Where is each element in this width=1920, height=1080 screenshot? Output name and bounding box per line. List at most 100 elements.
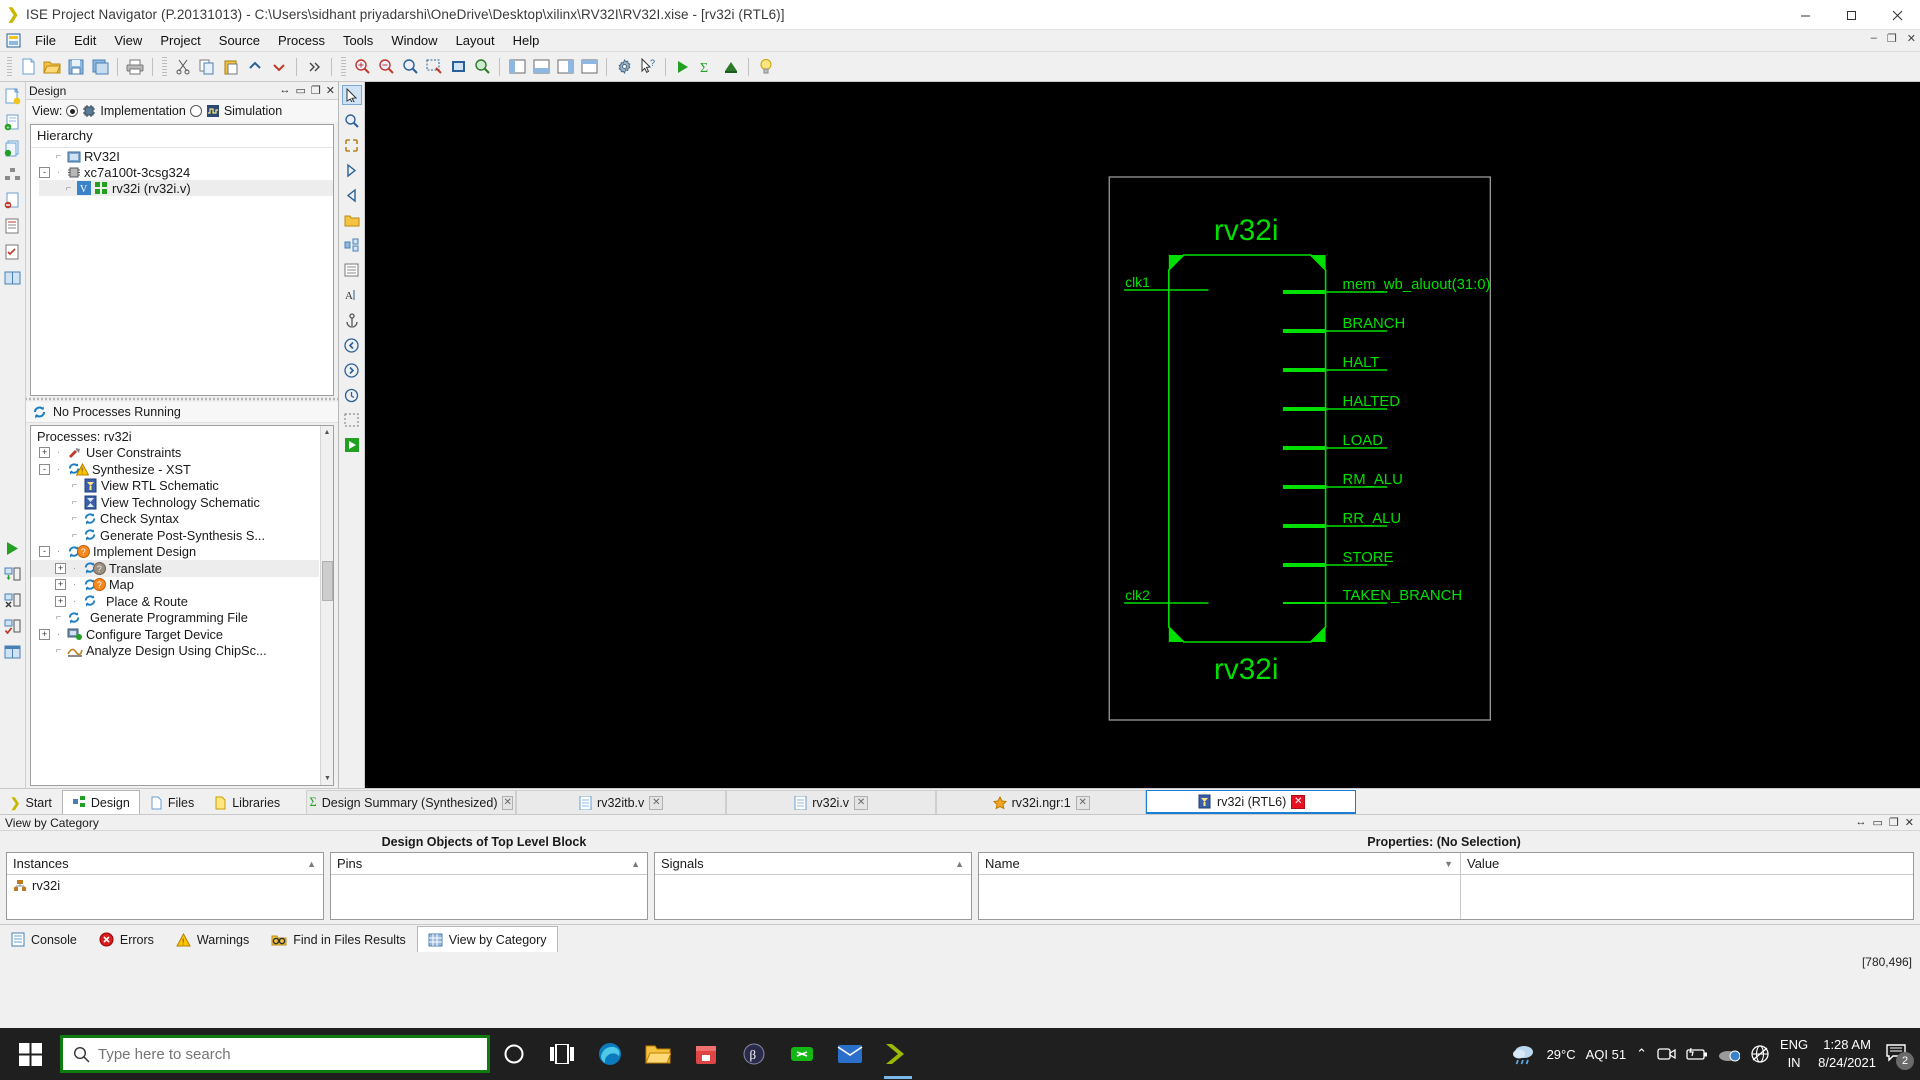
notification-center-icon[interactable]: 2 [1886, 1043, 1914, 1070]
weather-icon[interactable] [1511, 1042, 1537, 1066]
check-list-icon[interactable] [3, 242, 23, 262]
zoom-in-icon[interactable] [351, 55, 373, 79]
sort-ascending-icon[interactable]: ▲ [631, 859, 640, 869]
new-source-icon[interactable] [3, 86, 23, 106]
process-expander[interactable]: - [39, 546, 50, 558]
doc-tab-design-summary[interactable]: Σ Design Summary (Synthesized) ✕ [306, 790, 517, 814]
taskbar-search-box[interactable] [60, 1035, 490, 1073]
camera-icon[interactable] [1657, 1046, 1676, 1062]
toolbar-grip-2[interactable] [162, 56, 167, 77]
more-tools-icon[interactable] [303, 55, 325, 79]
sigma-icon[interactable]: Σ [696, 55, 718, 79]
menu-window[interactable]: Window [382, 31, 446, 50]
mail-icon[interactable] [826, 1028, 874, 1080]
paste-icon[interactable] [220, 55, 242, 79]
menu-layout[interactable]: Layout [447, 31, 504, 50]
remove-source-icon[interactable] [3, 190, 23, 210]
process-expander[interactable]: + [55, 579, 66, 591]
close-tab-button[interactable]: ✕ [1075, 795, 1090, 810]
minimize-button[interactable] [1782, 0, 1828, 30]
process-item-map[interactable]: + · ? Map [31, 577, 319, 594]
properties-icon[interactable] [3, 216, 23, 236]
simulation-radio[interactable] [189, 105, 202, 117]
process-expander[interactable]: + [55, 562, 66, 574]
text-tool-icon[interactable]: A [342, 285, 362, 305]
instances-row[interactable]: rv32i [7, 875, 323, 896]
process-item-generate-post-synthesis[interactable]: ⌐ Generate Post-Synthesis S... [31, 527, 319, 544]
status-tab-console[interactable]: Console [0, 926, 88, 952]
panel-resize-icon[interactable]: ↔ [280, 84, 291, 97]
close-button[interactable] [1874, 0, 1920, 30]
processes-scrollbar[interactable]: ▲ ▼ [320, 426, 333, 785]
doc-tab-rv32i-v[interactable]: rv32i.v ✕ [726, 790, 937, 814]
onedrive-icon[interactable] [1718, 1046, 1740, 1062]
tab-design[interactable]: Design [61, 790, 140, 814]
sort-ascending-icon[interactable]: ▲ [307, 859, 316, 869]
menu-edit[interactable]: Edit [65, 31, 105, 50]
menu-tools[interactable]: Tools [334, 31, 382, 50]
scrollbar-thumb[interactable] [322, 561, 333, 601]
task-view-icon[interactable] [538, 1028, 586, 1080]
tab-start[interactable]: ❯ Start [0, 790, 62, 814]
tab-libraries[interactable]: Libraries [204, 790, 290, 814]
pan-right-icon[interactable] [342, 160, 362, 180]
panel-close-icon[interactable]: ✕ [326, 84, 335, 97]
status-tab-warnings[interactable]: ! Warnings [165, 926, 260, 952]
menu-project[interactable]: Project [151, 31, 209, 50]
process-item-view-rtl-schematic[interactable]: ⌐ View RTL Schematic [31, 478, 319, 495]
fit-schematic-icon[interactable] [342, 135, 362, 155]
view-panels-icon[interactable] [3, 642, 23, 662]
run-schematic-icon[interactable] [342, 435, 362, 455]
panel-layout-3-icon[interactable] [554, 55, 576, 79]
edge-icon[interactable] [586, 1028, 634, 1080]
air-quality-index[interactable]: AQI 51 [1586, 1047, 1626, 1062]
zoom-tool-icon[interactable] [342, 110, 362, 130]
hierarchy-item-rv32i-project[interactable]: ⌐ RV32I [39, 148, 333, 164]
doc-tab-rv32i-rtl6[interactable]: rv32i (RTL6) ✕ [1146, 790, 1357, 814]
dock-resize-icon[interactable]: ↔ [1856, 816, 1867, 829]
close-tab-button[interactable]: ✕ [502, 795, 513, 810]
zoom-out-icon[interactable] [375, 55, 397, 79]
add-source-icon[interactable]: + [3, 112, 23, 132]
panel-restore-icon[interactable]: ▭ [296, 84, 306, 97]
run-icon[interactable] [672, 55, 694, 79]
tutorial-icon[interactable]: β [730, 1028, 778, 1080]
process-expander[interactable]: + [55, 595, 66, 607]
help-cursor-icon[interactable]: ? [637, 55, 659, 79]
close-tab-button[interactable]: ✕ [1291, 794, 1306, 809]
mdi-minimize-button[interactable]: – [1871, 32, 1877, 45]
undo-icon[interactable] [244, 55, 266, 79]
zoom-selection-icon[interactable] [447, 55, 469, 79]
clock[interactable]: 1:28 AM 8/24/2021 [1818, 1036, 1876, 1071]
add-copy-source-icon[interactable] [3, 138, 23, 158]
anchor-icon[interactable] [342, 310, 362, 330]
close-tab-button[interactable]: ✕ [854, 795, 869, 810]
open-file-icon[interactable] [41, 55, 63, 79]
process-expander[interactable]: + [39, 447, 50, 459]
refresh-nav-icon[interactable] [342, 385, 362, 405]
menu-file[interactable]: File [26, 31, 65, 50]
show-hidden-icons-chevron-icon[interactable]: ⌃ [1636, 1046, 1647, 1062]
scroll-up-button[interactable]: ▲ [321, 426, 333, 439]
process-item-synthesize-xst[interactable]: - · ! Synthesize - XST [31, 461, 319, 478]
close-tab-button[interactable]: ✕ [649, 795, 664, 810]
forward-nav-icon[interactable] [342, 360, 362, 380]
select-arrow-icon[interactable] [341, 85, 362, 105]
process-check-icon[interactable] [3, 616, 23, 636]
process-item-user-constraints[interactable]: + · User Constraints [31, 445, 319, 462]
menu-source[interactable]: Source [210, 31, 269, 50]
dock-close-icon[interactable]: ✕ [1905, 816, 1914, 829]
hierarchy-item-device[interactable]: - · xc7a100t-3csg324 [39, 164, 333, 180]
maximize-button[interactable] [1828, 0, 1874, 30]
hierarchy-expander[interactable]: - [39, 166, 50, 178]
panel-layout-1-icon[interactable] [506, 55, 528, 79]
schematic-canvas[interactable]: rv32i rv32i clk1 clk2 mem_wb_aluout(31:0… [365, 82, 1920, 788]
store-icon[interactable] [682, 1028, 730, 1080]
properties-name-header[interactable]: Name ▼ [979, 853, 1460, 875]
magnify-icon[interactable] [471, 55, 493, 79]
language-indicator[interactable]: ENG IN [1780, 1036, 1808, 1071]
menu-view[interactable]: View [105, 31, 151, 50]
hierarchy-grid-icon[interactable] [3, 164, 23, 184]
ise-icon[interactable] [874, 1028, 922, 1080]
new-file-icon[interactable] [17, 55, 39, 79]
